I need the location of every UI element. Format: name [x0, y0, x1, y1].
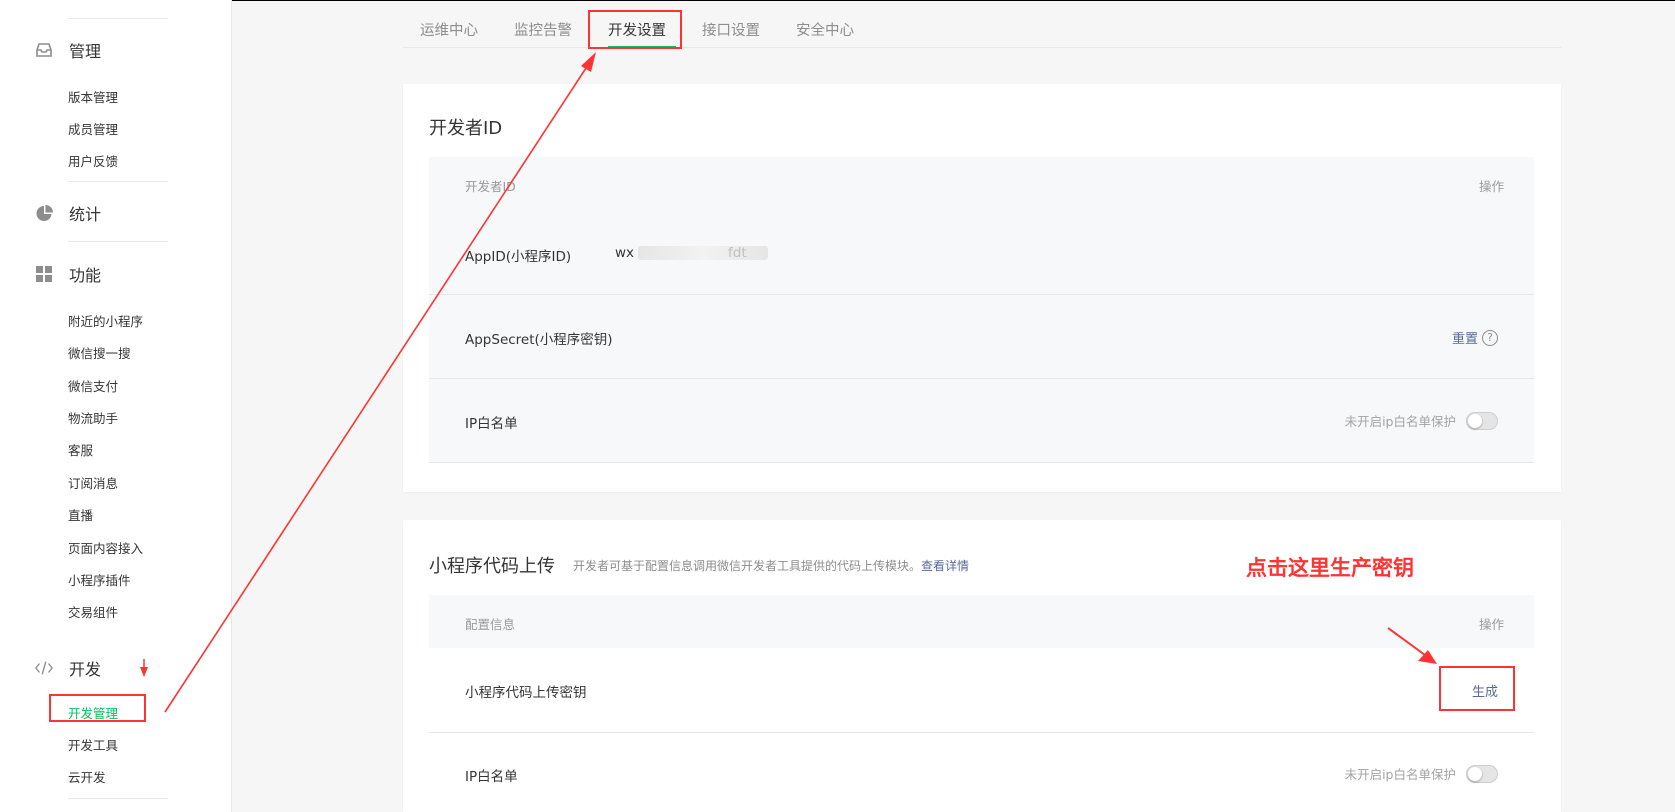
arrow-line	[1387, 627, 1426, 656]
arrow-head	[140, 667, 148, 677]
annotation-arrows	[140, 52, 1437, 713]
arrow-head	[581, 52, 596, 72]
arrow-line	[164, 64, 589, 713]
